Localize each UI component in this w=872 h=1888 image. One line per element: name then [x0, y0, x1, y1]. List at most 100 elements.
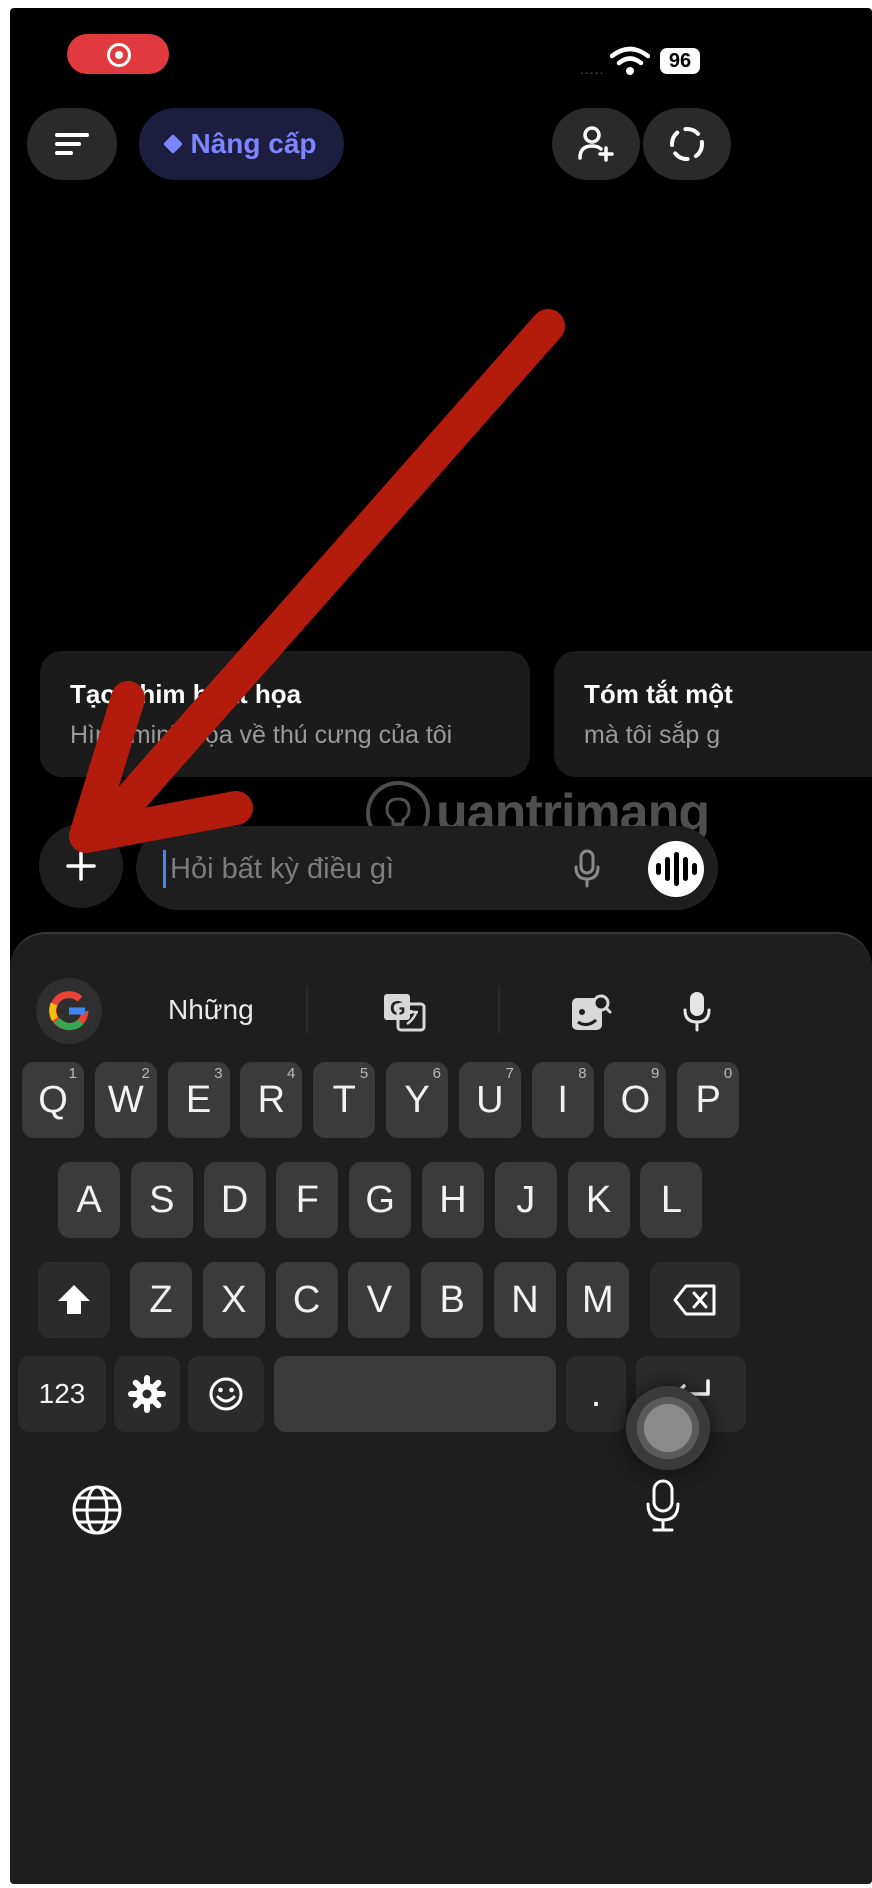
plus-icon: [66, 851, 96, 881]
key-label: X: [221, 1278, 247, 1321]
diamond-icon: [163, 134, 184, 154]
key-f[interactable]: F: [276, 1162, 339, 1238]
key-label: V: [366, 1278, 393, 1321]
key-z[interactable]: Z: [130, 1262, 192, 1338]
key-i[interactable]: I8: [531, 1062, 594, 1138]
key-label: H: [439, 1178, 467, 1221]
key-d[interactable]: D: [203, 1162, 266, 1238]
numbers-key[interactable]: 123: [18, 1356, 106, 1432]
key-number-hint: 3: [214, 1065, 223, 1082]
key-e[interactable]: E3: [167, 1062, 230, 1138]
key-p[interactable]: P0: [677, 1062, 740, 1138]
key-l[interactable]: L: [640, 1162, 703, 1238]
key-label: M: [581, 1278, 614, 1321]
key-h[interactable]: H: [422, 1162, 484, 1238]
key-x[interactable]: X: [202, 1262, 265, 1338]
floating-assistive-touch-button[interactable]: [626, 1386, 710, 1470]
key-t[interactable]: T5: [313, 1062, 376, 1138]
key-label: I: [557, 1078, 568, 1121]
key-k[interactable]: K: [567, 1162, 630, 1238]
shift-key[interactable]: [38, 1262, 110, 1338]
key-y[interactable]: Y6: [386, 1062, 448, 1138]
key-label: R: [257, 1078, 286, 1121]
emoji-key[interactable]: [188, 1356, 264, 1432]
text-caret: [163, 850, 166, 888]
translate-icon[interactable]: G: [382, 992, 426, 1037]
dictation-mic-icon[interactable]: [572, 848, 602, 893]
key-label: C: [292, 1278, 321, 1321]
key-o[interactable]: O9: [604, 1062, 667, 1138]
emoji-icon: [209, 1377, 243, 1411]
period-key[interactable]: .: [566, 1356, 626, 1432]
upgrade-button[interactable]: Nâng cấp: [139, 108, 344, 180]
key-s[interactable]: S: [130, 1162, 193, 1238]
suggestion-card[interactable]: Tóm tắt một mà tôi sắp g: [554, 651, 872, 777]
key-label: B: [439, 1278, 465, 1321]
cellular-signal: .....: [580, 61, 605, 77]
key-m[interactable]: M: [566, 1262, 629, 1338]
key-r[interactable]: R4: [240, 1062, 303, 1138]
message-composer: [136, 826, 718, 910]
key-label: Z: [149, 1278, 173, 1321]
google-g-icon: [49, 991, 89, 1031]
wifi-icon: [609, 46, 651, 81]
sticker-search-icon[interactable]: [570, 992, 612, 1039]
key-label: J: [516, 1178, 536, 1221]
key-q[interactable]: Q1: [22, 1062, 84, 1138]
key-number-hint: 0: [723, 1065, 733, 1082]
upgrade-label: Nâng cấp: [190, 128, 317, 159]
gear-icon: [128, 1375, 166, 1413]
settings-key[interactable]: [114, 1356, 180, 1432]
key-number-hint: 7: [505, 1065, 514, 1082]
attach-button[interactable]: [39, 824, 123, 908]
record-icon: [107, 43, 131, 67]
key-label: N: [511, 1278, 539, 1321]
key-label: E: [185, 1078, 212, 1121]
dictation-mic-icon[interactable]: [644, 1478, 682, 1539]
key-label: A: [76, 1178, 102, 1221]
key-number-hint: 2: [141, 1065, 150, 1082]
toolbar-divider: [306, 986, 308, 1034]
key-label: Y: [404, 1078, 430, 1121]
key-c[interactable]: C: [275, 1262, 338, 1338]
key-number-hint: 4: [287, 1065, 296, 1082]
voice-mode-button[interactable]: [648, 841, 704, 897]
key-w[interactable]: W2: [94, 1062, 157, 1138]
message-input[interactable]: [168, 842, 532, 896]
space-key[interactable]: [274, 1356, 556, 1432]
backspace-key[interactable]: [650, 1262, 740, 1338]
suggestion-title: Tóm tắt một: [584, 679, 733, 709]
add-user-icon: [578, 126, 614, 162]
google-logo-button[interactable]: [36, 978, 102, 1044]
battery-indicator: 96: [660, 48, 700, 74]
toolbar-divider: [498, 986, 500, 1034]
screen-recording-indicator[interactable]: [67, 34, 169, 74]
key-label: Q: [38, 1078, 68, 1121]
key-label: T: [332, 1078, 356, 1121]
gboard-keyboard: Những G Q1W2E3R 4 T 5 Y 6 U 7 I 8 O 9 P …: [10, 932, 872, 1884]
key-label: U: [476, 1078, 504, 1121]
key-number-hint: 6: [432, 1065, 441, 1082]
key-g[interactable]: G: [349, 1162, 412, 1238]
menu-button[interactable]: [27, 108, 117, 180]
add-user-button[interactable]: [552, 108, 640, 180]
key-label: O: [620, 1078, 651, 1121]
phone-screen: ..... 96 Nâng cấp Tạo phim hoạt họa Hình…: [10, 8, 872, 1884]
key-number-hint: 8: [578, 1065, 587, 1082]
suggestion-subtitle: mà tôi sắp g: [584, 721, 721, 749]
temporary-chat-button[interactable]: [643, 108, 731, 180]
key-n[interactable]: N: [494, 1262, 556, 1338]
voice-typing-icon[interactable]: [682, 990, 712, 1037]
key-label: W: [107, 1078, 144, 1121]
key-v[interactable]: V: [348, 1262, 411, 1338]
globe-icon[interactable]: [70, 1483, 124, 1542]
suggestion-subtitle: Hình minh họa về thú cưng của tôi: [70, 721, 453, 749]
word-suggestion[interactable]: Những: [168, 994, 254, 1026]
key-u[interactable]: U7: [458, 1062, 521, 1138]
key-label: L: [660, 1178, 682, 1221]
suggestion-card[interactable]: Tạo phim hoạt họa Hình minh họa về thú c…: [40, 651, 530, 777]
key-a[interactable]: A: [58, 1162, 120, 1238]
key-j[interactable]: J: [494, 1162, 557, 1238]
key-b[interactable]: B: [421, 1262, 484, 1338]
key-number-hint: 9: [651, 1065, 660, 1082]
